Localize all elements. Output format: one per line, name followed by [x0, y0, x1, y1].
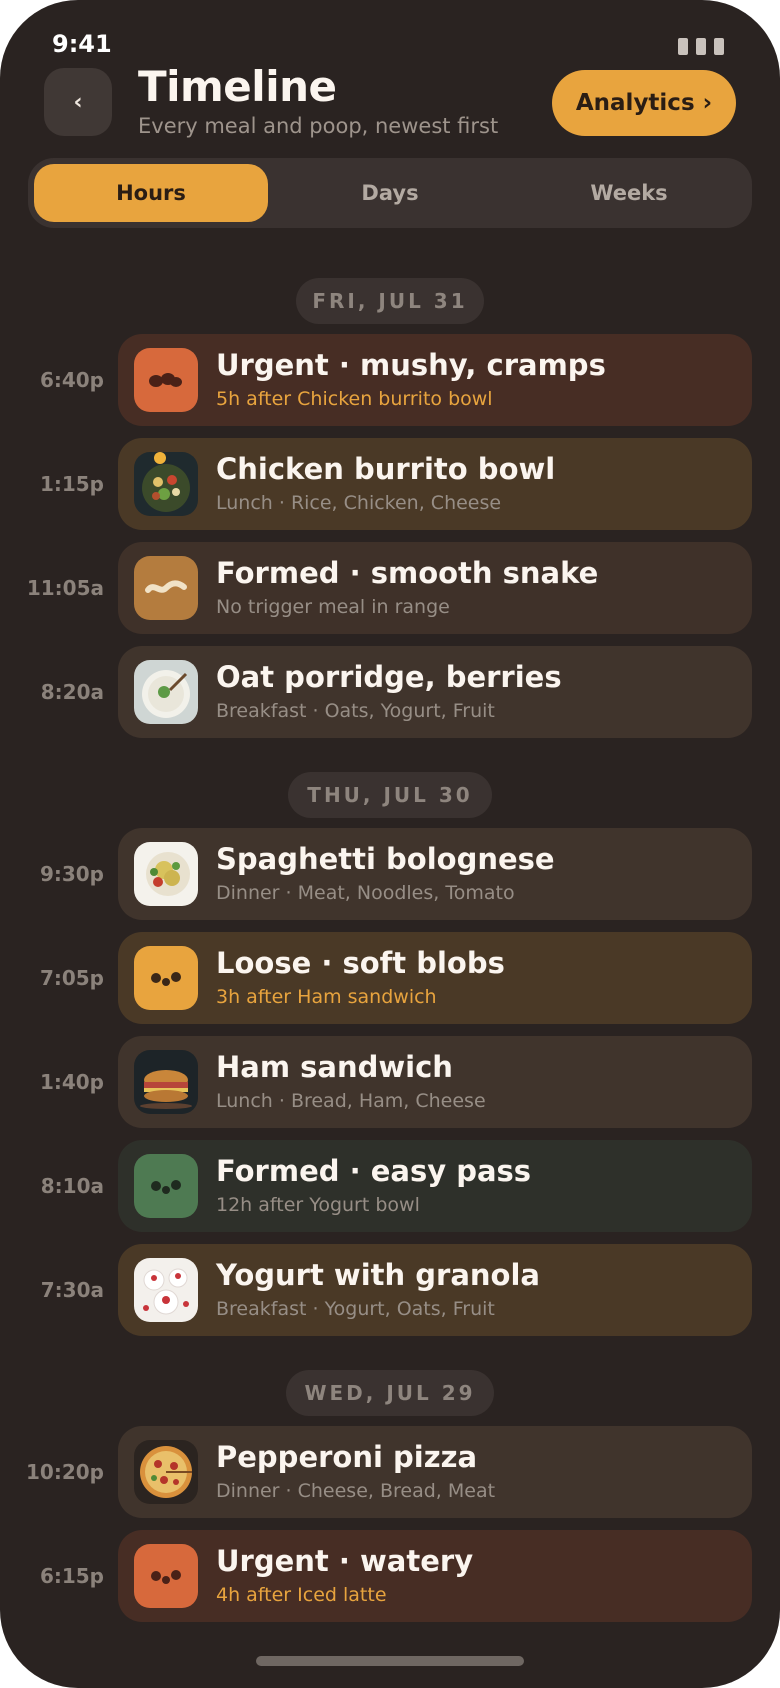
- poop-loose-icon: [134, 946, 198, 1010]
- phone-screen: 9:41 ‹ Timeline Every meal and poop, new…: [0, 0, 780, 1688]
- entry-subtitle: Dinner · Cheese, Bread, Meat: [216, 1480, 496, 1502]
- analytics-button[interactable]: Analytics ›: [552, 70, 736, 136]
- timeline-entry-card[interactable]: Chicken burrito bowl Lunch · Rice, Chick…: [118, 438, 752, 530]
- timeline-entry-card[interactable]: Ham sandwich Lunch · Bread, Ham, Cheese: [118, 1036, 752, 1128]
- entry-title: Urgent · mushy, cramps: [216, 348, 606, 382]
- entry-time: 10:20p: [26, 1460, 104, 1484]
- timeline-entry-card[interactable]: Oat porridge, berries Breakfast · Oats, …: [118, 646, 752, 738]
- poop-urgent-icon: [134, 348, 198, 412]
- entry-subtitle: No trigger meal in range: [216, 596, 450, 618]
- entry-title: Urgent · watery: [216, 1544, 474, 1578]
- segment-days[interactable]: Days: [273, 164, 507, 222]
- timeline-entry-card[interactable]: Loose · soft blobs 3h after Ham sandwich: [118, 932, 752, 1024]
- date-header: WED, JUL 29: [286, 1370, 494, 1416]
- sandwich-photo: [134, 1050, 198, 1114]
- entry-time: 8:20a: [40, 680, 104, 704]
- entry-title: Formed · smooth snake: [216, 556, 599, 590]
- entry-time: 9:30p: [39, 862, 104, 886]
- segment-weeks[interactable]: Weeks: [512, 164, 746, 222]
- entry-title: Spaghetti bolognese: [216, 842, 555, 876]
- entry-title: Formed · easy pass: [216, 1154, 532, 1188]
- entry-subtitle: Dinner · Meat, Noodles, Tomato: [216, 882, 515, 904]
- entry-subtitle: 12h after Yogurt bowl: [216, 1194, 420, 1216]
- page-subtitle: Every meal and poop, newest first: [138, 114, 499, 138]
- entry-subtitle: Lunch · Bread, Ham, Cheese: [216, 1090, 486, 1112]
- date-header: THU, JUL 30: [288, 772, 492, 818]
- entry-title: Pepperoni pizza: [216, 1440, 478, 1474]
- entry-title: Ham sandwich: [216, 1050, 453, 1084]
- date-header: FRI, JUL 31: [296, 278, 484, 324]
- segment-hours[interactable]: Hours: [34, 164, 268, 222]
- timeline-entry-card[interactable]: Urgent · mushy, cramps 5h after Chicken …: [118, 334, 752, 426]
- spaghetti-photo: [134, 842, 198, 906]
- page-title: Timeline: [138, 62, 337, 111]
- entry-subtitle: 4h after Iced latte: [216, 1584, 387, 1606]
- entry-time: 7:30a: [40, 1278, 104, 1302]
- entry-time: 8:10a: [40, 1174, 104, 1198]
- entry-title: Oat porridge, berries: [216, 660, 562, 694]
- porridge-photo: [134, 660, 198, 724]
- timeline-entry-card[interactable]: Formed · easy pass 12h after Yogurt bowl: [118, 1140, 752, 1232]
- entry-time: 1:40p: [39, 1070, 104, 1094]
- timeline-entry-card[interactable]: Spaghetti bolognese Dinner · Meat, Noodl…: [118, 828, 752, 920]
- entry-subtitle: Breakfast · Yogurt, Oats, Fruit: [216, 1298, 495, 1320]
- poop-urgent-icon: [134, 1544, 198, 1608]
- battery-icon: [678, 38, 724, 55]
- entry-time: 6:40p: [39, 368, 104, 392]
- timeline-entry-card[interactable]: Pepperoni pizza Dinner · Cheese, Bread, …: [118, 1426, 752, 1518]
- entry-time: 1:15p: [39, 472, 104, 496]
- entry-subtitle: 3h after Ham sandwich: [216, 986, 437, 1008]
- entry-subtitle: Breakfast · Oats, Yogurt, Fruit: [216, 700, 495, 722]
- entry-time: 6:15p: [39, 1564, 104, 1588]
- entry-title: Loose · soft blobs: [216, 946, 505, 980]
- time-range-segmented-control: Hours Days Weeks: [28, 158, 752, 228]
- entry-subtitle: Lunch · Rice, Chicken, Cheese: [216, 492, 502, 514]
- poop-formed-icon: [134, 556, 198, 620]
- yogurt-photo: [134, 1258, 198, 1322]
- timeline-entry-card[interactable]: Yogurt with granola Breakfast · Yogurt, …: [118, 1244, 752, 1336]
- status-time: 9:41: [52, 30, 112, 58]
- pizza-photo: [134, 1440, 198, 1504]
- entry-title: Yogurt with granola: [216, 1258, 540, 1292]
- burrito-bowl-photo: [134, 452, 198, 516]
- back-button[interactable]: ‹: [44, 68, 112, 136]
- entry-subtitle: 5h after Chicken burrito bowl: [216, 388, 493, 410]
- entry-time: 7:05p: [39, 966, 104, 990]
- home-indicator[interactable]: [256, 1656, 524, 1666]
- entry-time: 11:05a: [26, 576, 104, 600]
- timeline-entry-card[interactable]: Formed · smooth snake No trigger meal in…: [118, 542, 752, 634]
- poop-easy-icon: [134, 1154, 198, 1218]
- entry-title: Chicken burrito bowl: [216, 452, 556, 486]
- timeline-entry-card[interactable]: Urgent · watery 4h after Iced latte: [118, 1530, 752, 1622]
